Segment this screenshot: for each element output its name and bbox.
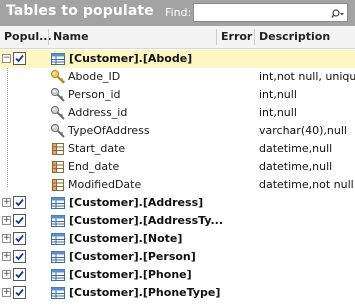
checkmark-icon [15,288,24,297]
table-row[interactable]: + [Customer].[AddressTy... [0,212,355,230]
table-name: [Customer].[PhoneType] [69,286,221,299]
plus-icon: + [3,269,11,279]
foreign-key-icon [50,123,65,138]
grid-header: Popul... Name Error Description [0,26,355,49]
populate-checkbox[interactable] [13,196,26,209]
collapse-toggle[interactable]: − [2,54,11,63]
minus-icon: − [3,53,11,63]
table-icon [51,287,65,299]
table-row[interactable]: + [Customer].[PhoneType] [0,284,355,302]
panel-titlebar: Tables to populate Find: [0,0,355,26]
plus-icon: + [3,287,11,297]
table-name: [Customer].[Phone] [69,268,192,281]
table-name: [Customer].[Abode] [69,52,193,65]
find-label: Find: [165,6,192,19]
table-name: [Customer].[AddressTy... [69,214,224,227]
column-description: datetime,null [259,142,333,155]
checkmark-icon [15,234,24,243]
table-row[interactable]: + [Customer].[Address] [0,194,355,212]
expand-toggle[interactable]: + [2,234,11,243]
foreign-key-icon [50,87,65,102]
table-icon [51,197,65,209]
populate-checkbox[interactable] [13,214,26,227]
table-icon [51,215,65,227]
column-description: int,null [259,88,297,101]
table-icon [51,269,65,281]
plus-icon: + [3,197,11,207]
populate-checkbox[interactable] [13,232,26,245]
table-icon [51,251,65,263]
expand-toggle[interactable]: + [2,252,11,261]
expand-toggle[interactable]: + [2,270,11,279]
table-name: [Customer].[Note] [69,232,183,245]
column-row[interactable]: Start_date datetime,null [0,140,355,158]
checkmark-icon [15,270,24,279]
expand-toggle[interactable]: + [2,198,11,207]
column-name: Person_id [68,88,121,101]
find-field[interactable] [193,3,348,22]
column-icon [52,179,64,191]
column-icon [52,161,64,173]
search-icon [331,9,344,18]
expand-toggle[interactable]: + [2,216,11,225]
column-name: Start_date [68,142,126,155]
table-icon [51,53,65,65]
populate-checkbox[interactable] [13,268,26,281]
foreign-key-icon [50,105,65,120]
populate-checkbox[interactable] [13,286,26,299]
populate-checkbox[interactable] [13,52,26,65]
column-header-name[interactable]: Name [49,26,217,48]
search-dropdown-button[interactable] [331,6,345,19]
column-row[interactable]: End_date datetime,null [0,158,355,176]
plus-icon: + [3,215,11,225]
table-row[interactable]: + [Customer].[Note] [0,230,355,248]
column-name: End_date [68,160,120,173]
table-name: [Customer].[Person] [69,250,196,263]
column-header-description[interactable]: Description [255,26,355,48]
checkmark-icon [15,252,24,261]
column-icon [52,143,64,155]
column-name: Abode_ID [68,70,121,83]
primary-key-icon [50,69,65,84]
table-row-selected[interactable]: − [Customer].[Abode] [0,50,355,68]
populate-checkbox[interactable] [13,250,26,263]
column-description: datetime,null [259,160,333,173]
column-description: datetime,not null [259,178,354,191]
table-name: [Customer].[Address] [69,196,204,209]
column-row[interactable]: TypeOfAddress varchar(40),null [0,122,355,140]
column-header-populate[interactable]: Popul... [0,26,52,48]
table-row[interactable]: + [Customer].[Person] [0,248,355,266]
tables-tree: − [Customer].[Abode] Abode_ID int,not nu… [0,49,355,305]
column-row[interactable]: Address_id int,null [0,104,355,122]
column-description: varchar(40),null [259,124,347,137]
column-description: int,null [259,106,297,119]
column-name: Address_id [68,106,128,119]
column-description: int,not null, unique [259,70,355,83]
column-name: TypeOfAddress [68,124,150,137]
plus-icon: + [3,233,11,243]
table-row[interactable]: + [Customer].[Phone] [0,266,355,284]
checkmark-icon [15,216,24,225]
column-header-error[interactable]: Error [217,26,255,48]
checkmark-icon [15,198,24,207]
panel-title: Tables to populate [6,3,154,19]
checkmark-icon [15,54,24,63]
expand-toggle[interactable]: + [2,288,11,297]
table-icon [51,233,65,245]
find-input[interactable] [196,5,326,20]
column-row[interactable]: Abode_ID int,not null, unique [0,68,355,86]
column-row[interactable]: Person_id int,null [0,86,355,104]
column-row[interactable]: ModifiedDate datetime,not null [0,176,355,194]
column-name: ModifiedDate [68,178,142,191]
plus-icon: + [3,251,11,261]
